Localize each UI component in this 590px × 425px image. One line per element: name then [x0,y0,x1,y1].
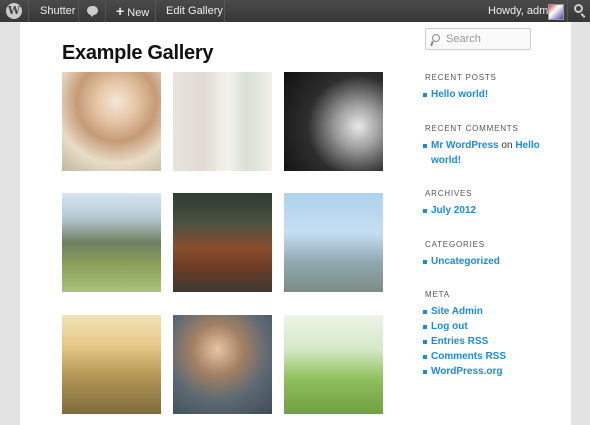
comment-post-link[interactable]: Hello [515,140,539,151]
meta-list: Site Admin Log out Entries RSS Comments … [423,304,506,379]
list-item: Uncategorized [423,254,500,269]
recent-comments-title: RECENT COMMENTS [425,124,519,133]
list-item: WordPress.org [423,364,506,379]
divider [78,0,79,22]
edit-gallery-link[interactable]: Edit Gallery [166,0,223,22]
bullet [423,355,427,359]
recent-comments-list: Mr WordPress on Hello world! [423,138,540,168]
recent-posts-title: RECENT POSTS [425,73,497,82]
categories-title: CATEGORIES [425,240,485,249]
gallery-image-3[interactable] [284,72,383,171]
list-item: Hello world! [423,87,488,102]
comment-post-link-cont[interactable]: world! [431,155,461,166]
divider [105,0,106,22]
search-icon [432,34,440,42]
divider [28,0,29,22]
divider [155,0,156,22]
comment-on-text: on [501,140,513,151]
page-title: Example Gallery [62,42,214,64]
archives-list: July 2012 [423,203,476,218]
list-item: Mr WordPress on Hello world! [423,138,540,168]
bullet [423,260,427,264]
search-icon[interactable] [574,4,583,13]
avatar[interactable] [548,4,564,20]
logout-link[interactable]: Log out [431,321,468,332]
gallery-image-6[interactable] [284,193,383,292]
new-label: New [127,7,150,19]
bullet [423,340,427,344]
gallery-image-5[interactable] [173,193,272,292]
search-placeholder: Search [446,33,481,45]
recent-posts-list: Hello world! [423,87,488,102]
meta-title: META [425,290,450,299]
bullet [423,325,427,329]
comment-author-link[interactable]: Mr WordPress [431,140,499,151]
divider [567,0,568,22]
admin-bar: Shutter + New Edit Gallery Howdy, admin [0,0,590,22]
divider [224,0,225,22]
bullet [423,144,427,148]
comments-icon[interactable] [87,6,98,17]
list-item: July 2012 [423,203,476,218]
site-name-link[interactable]: Shutter [40,0,75,22]
list-item: Comments RSS [423,349,506,364]
list-item: Entries RSS [423,334,506,349]
plus-icon: + [116,3,125,19]
gallery-image-7[interactable] [62,315,161,414]
gallery-image-1[interactable] [62,72,161,171]
gallery-image-2[interactable] [173,72,272,171]
comments-rss-link[interactable]: Comments RSS [431,351,506,362]
entries-rss-link[interactable]: Entries RSS [431,336,488,347]
howdy-account-menu[interactable]: Howdy, admin [488,0,557,22]
post-link[interactable]: Hello world! [431,89,488,100]
page-content: Example Gallery Search RECENT POSTS Hell… [20,22,571,425]
gallery-image-9[interactable] [284,315,383,414]
archives-title: ARCHIVES [425,189,473,198]
gallery-image-4[interactable] [62,193,161,292]
site-admin-link[interactable]: Site Admin [431,306,483,317]
categories-list: Uncategorized [423,254,500,269]
search-input[interactable]: Search [425,28,531,50]
new-content-button[interactable]: + New [116,0,149,22]
bullet [423,93,427,97]
gallery-image-8[interactable] [173,315,272,414]
wordpress-logo-icon[interactable] [6,3,22,19]
wordpress-org-link[interactable]: WordPress.org [431,366,503,377]
list-item: Site Admin [423,304,506,319]
bullet [423,310,427,314]
category-link[interactable]: Uncategorized [431,256,500,267]
bullet [423,370,427,374]
list-item: Log out [423,319,506,334]
archive-link[interactable]: July 2012 [431,205,476,216]
bullet [423,209,427,213]
